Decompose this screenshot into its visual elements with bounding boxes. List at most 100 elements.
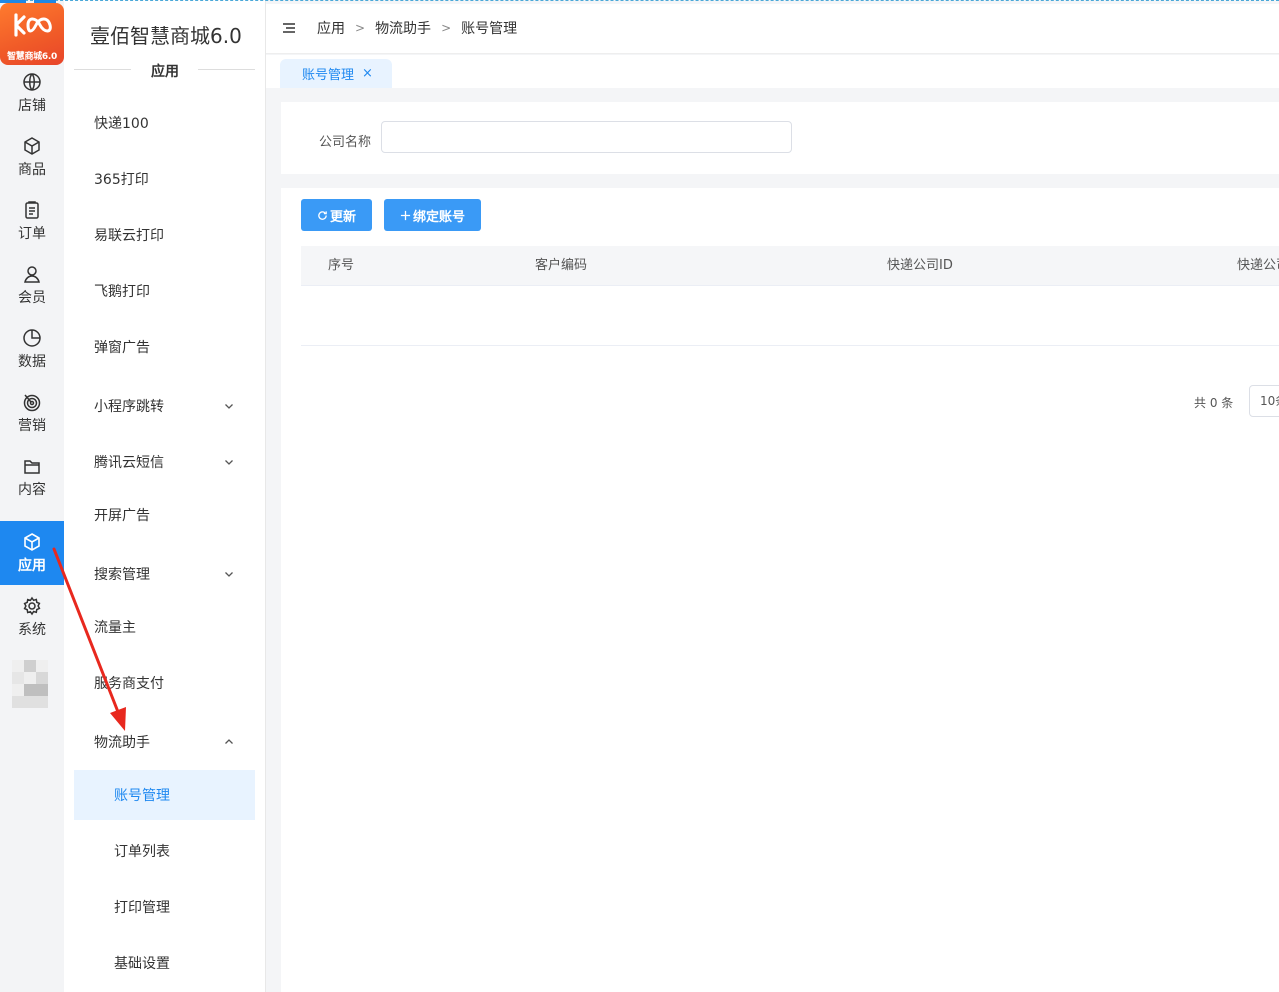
sidebar-item-feie-print[interactable]: 飞鹅打印	[74, 266, 255, 316]
rail-item-orders[interactable]: 订单	[0, 189, 64, 253]
page-size-select[interactable]: 10条	[1249, 385, 1279, 417]
sidebar-item-label: 打印管理	[114, 900, 170, 916]
sidebar-item-label: 订单列表	[114, 844, 170, 860]
target-icon	[23, 394, 41, 411]
sidebar-item-print-manage[interactable]: 打印管理	[74, 882, 255, 932]
column-header-customer-code: 客户编码	[535, 258, 588, 273]
rail-item-goods[interactable]: 商品	[0, 125, 64, 189]
bind-account-button-label: 绑定账号	[412, 208, 465, 224]
pagination-total: 共 0 条	[1194, 396, 1234, 410]
rail-item-data[interactable]: 数据	[0, 317, 64, 381]
sidebar-item-order-list[interactable]: 订单列表	[74, 826, 255, 876]
breadcrumb-item-current: 账号管理	[461, 21, 518, 37]
globe-icon	[23, 72, 41, 91]
sidebar-item-label: 飞鹅打印	[94, 284, 150, 300]
sidebar-item-label: 弹窗广告	[94, 340, 150, 356]
section-divider	[198, 69, 255, 70]
rail-item-label: 应用	[18, 557, 46, 574]
sidebar-item-label: 服务商支付	[94, 676, 164, 692]
rail-item-store[interactable]: 店铺	[0, 61, 64, 125]
sidebar-item-label: 基础设置	[114, 956, 170, 972]
sidebar-item-label: 搜索管理	[94, 567, 150, 583]
sidebar-item-miniprogram-jump[interactable]: 小程序跳转	[74, 381, 255, 431]
breadcrumb-item[interactable]: 应用	[317, 18, 345, 38]
refresh-icon	[318, 210, 327, 220]
close-icon[interactable]: ×	[362, 66, 373, 81]
rail-item-label: 店铺	[18, 97, 46, 114]
tab-label: 账号管理	[302, 68, 355, 83]
app-logo[interactable]: 智慧商城6.0	[0, 3, 64, 65]
tab-account-manage[interactable]: 账号管理 ×	[280, 59, 392, 88]
breadcrumb-item[interactable]: 物流助手	[375, 18, 431, 38]
column-header-index: 序号	[328, 258, 355, 273]
chevron-down-icon	[225, 572, 233, 577]
column-header-express-company: 快递公司	[1237, 258, 1279, 273]
table-header: 序号 客户编码 快递公司ID 快递公司	[301, 246, 1279, 286]
breadcrumb: 应用 > 物流助手 > 账号管理	[317, 4, 517, 52]
top-indicator	[0, 0, 26, 3]
table-panel: 更新 绑定账号 序号 客户编码 快递公司ID 快递公司 共 0 条 10条	[281, 188, 1279, 992]
top-indicator	[34, 0, 56, 3]
sidebar-item-basic-settings[interactable]: 基础设置	[74, 938, 255, 988]
rail-item-system[interactable]: 系统	[0, 585, 64, 649]
clipboard-icon	[25, 200, 39, 219]
rail-item-label: 订单	[18, 225, 46, 242]
sidebar-item-label: 腾讯云短信	[94, 455, 164, 471]
rail-item-members[interactable]: 会员	[0, 253, 64, 317]
gear-icon	[23, 596, 41, 615]
sidebar-item-label: 快递100	[94, 116, 149, 132]
pie-chart-icon	[23, 328, 41, 347]
sidebar-item-splash-ad[interactable]: 开屏广告	[74, 490, 255, 540]
app-title: 壹佰智慧商城6.0	[90, 24, 242, 48]
sidebar-item-account-manage[interactable]: 账号管理	[74, 770, 255, 820]
sidebar-item-provider-pay[interactable]: 服务商支付	[74, 658, 255, 708]
table-body-empty	[301, 286, 1279, 346]
sidebar-item-label: 物流助手	[94, 735, 150, 751]
sidebar-item-popup-ad[interactable]: 弹窗广告	[74, 322, 255, 372]
plus-icon	[400, 210, 411, 220]
sidebar-item-tencent-sms[interactable]: 腾讯云短信	[74, 437, 255, 487]
rail-item-marketing[interactable]: 营销	[0, 381, 64, 445]
sidebar-item-label: 易联云打印	[94, 228, 164, 244]
rail-item-label: 商品	[18, 161, 46, 178]
sidebar-section-title: 应用	[151, 64, 179, 80]
rail-item-label: 数据	[18, 353, 46, 370]
company-name-label: 公司名称	[319, 135, 372, 150]
user-icon	[24, 265, 40, 283]
company-name-input[interactable]	[381, 121, 792, 153]
primary-nav-rail: 智慧商城6.0 店铺 商品 订单 会员 数据 营销 内容 应用 系统	[0, 0, 64, 992]
secondary-sidebar: 壹佰智慧商城6.0 应用 快递100 365打印 易联云打印 飞鹅打印 弹窗广告…	[64, 0, 266, 992]
top-dashed-border	[0, 0, 1279, 1]
menu-toggle-icon[interactable]	[283, 22, 295, 34]
box-icon	[24, 136, 40, 155]
sidebar-item-search-manage[interactable]: 搜索管理	[74, 549, 255, 599]
rail-item-content[interactable]: 内容	[0, 445, 64, 509]
avatar[interactable]	[12, 660, 48, 708]
logo-mark-icon	[14, 13, 52, 37]
sidebar-item-logistics-assistant[interactable]: 物流助手	[74, 717, 255, 767]
rail-item-label: 营销	[18, 417, 46, 434]
tab-bar: 账号管理 ×	[266, 55, 1279, 88]
sidebar-item-label: 账号管理	[114, 788, 170, 804]
sidebar-item-traffic-owner[interactable]: 流量主	[74, 602, 255, 652]
rail-item-label: 内容	[18, 481, 46, 498]
bind-account-button[interactable]: 绑定账号	[384, 199, 481, 231]
folder-icon	[24, 459, 40, 474]
breadcrumb-separator: >	[355, 21, 366, 35]
sidebar-item-kuaidi100[interactable]: 快递100	[74, 98, 255, 148]
chevron-down-icon	[225, 404, 233, 409]
chevron-up-icon	[225, 739, 233, 744]
chevron-down-icon	[225, 460, 233, 465]
sidebar-item-365print[interactable]: 365打印	[74, 154, 255, 204]
filter-panel: 公司名称	[281, 102, 1279, 174]
rail-item-label: 系统	[18, 621, 46, 638]
rail-item-label: 会员	[18, 289, 46, 306]
sidebar-item-label: 365打印	[94, 172, 149, 188]
refresh-button[interactable]: 更新	[301, 199, 372, 231]
sidebar-item-label: 开屏广告	[94, 508, 150, 524]
sidebar-item-yilianyun-print[interactable]: 易联云打印	[74, 210, 255, 260]
cube-icon	[24, 532, 40, 551]
rail-item-apps[interactable]: 应用	[0, 521, 64, 585]
refresh-button-label: 更新	[329, 208, 356, 224]
breadcrumb-separator: >	[441, 21, 452, 35]
